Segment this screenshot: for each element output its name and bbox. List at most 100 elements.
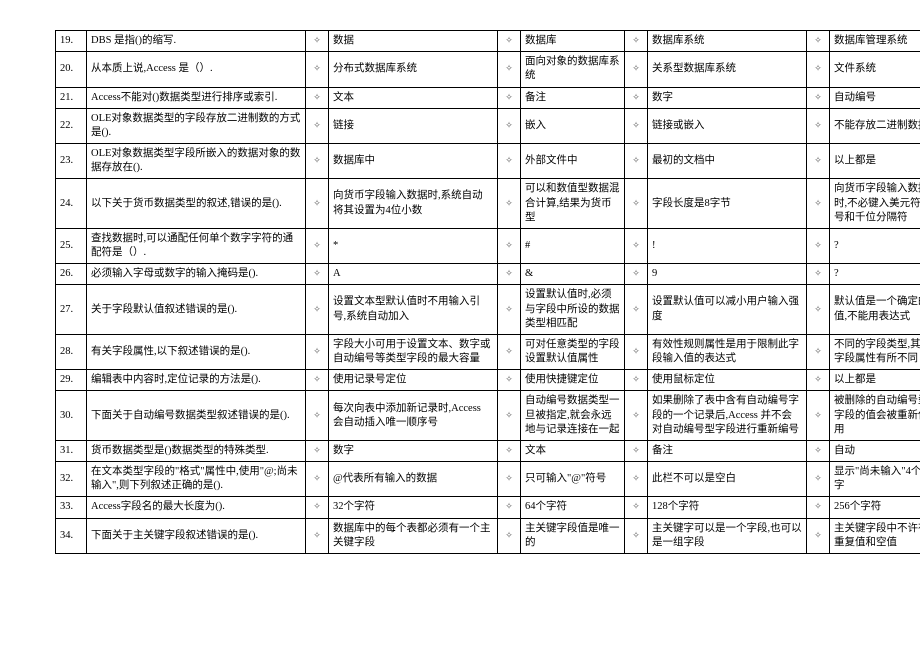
option-c: 备注 (648, 440, 807, 461)
diamond-marker: ✧ (306, 462, 329, 497)
option-d: 256个字符 (830, 497, 920, 518)
diamond-marker: ✧ (306, 228, 329, 263)
row-number: 22. (56, 108, 87, 143)
diamond-marker: ✧ (306, 391, 329, 441)
option-c: 链接或嵌入 (648, 108, 807, 143)
option-c: 数据库系统 (648, 31, 807, 52)
row-number: 21. (56, 87, 87, 108)
option-b: 64个字符 (521, 497, 625, 518)
table-row: 25.查找数据时,可以通配任何单个数字字符的通配符是（）.✧*✧#✧!✧?B (56, 228, 920, 263)
diamond-marker: ✧ (807, 518, 830, 553)
diamond-marker: ✧ (306, 285, 329, 335)
option-a: A (329, 264, 498, 285)
diamond-marker: ✧ (498, 440, 521, 461)
option-c: 主关键字可以是一个字段,也可以是一组字段 (648, 518, 807, 553)
diamond-marker: ✧ (498, 285, 521, 335)
option-b: 可对任意类型的字段设置默认值属性 (521, 334, 625, 369)
diamond-marker: ✧ (807, 285, 830, 335)
diamond-marker: ✧ (306, 87, 329, 108)
question-text: 下面关于主关键字段叙述错误的是(). (87, 518, 306, 553)
option-a: 向货币字段输入数据时,系统自动将其设置为4位小数 (329, 179, 498, 229)
question-text: 下面关于自动编号数据类型叙述错误的是(). (87, 391, 306, 441)
option-d: 默认值是一个确定的值,不能用表达式 (830, 285, 920, 335)
row-number: 34. (56, 518, 87, 553)
option-b: 数据库 (521, 31, 625, 52)
row-number: 30. (56, 391, 87, 441)
diamond-marker: ✧ (498, 391, 521, 441)
diamond-marker: ✧ (807, 391, 830, 441)
option-d: 被删除的自动编号型字段的值会被重新使用 (830, 391, 920, 441)
table-row: 29.编辑表中内容时,定位记录的方法是().✧使用记录号定位✧使用快捷键定位✧使… (56, 370, 920, 391)
diamond-marker: ✧ (625, 462, 648, 497)
diamond-marker: ✧ (807, 370, 830, 391)
option-a: 分布式数据库系统 (329, 52, 498, 87)
diamond-marker: ✧ (498, 497, 521, 518)
diamond-marker: ✧ (306, 31, 329, 52)
table-body: 19.DBS 是指()的缩写.✧数据✧数据库✧数据库系统✧数据库管理系统C20.… (56, 31, 920, 554)
row-number: 20. (56, 52, 87, 87)
question-text: 从本质上说,Access 是（）. (87, 52, 306, 87)
option-d: 自动 (830, 440, 920, 461)
option-d: 主关键字段中不许有重复值和空值 (830, 518, 920, 553)
diamond-marker: ✧ (625, 285, 648, 335)
diamond-marker: ✧ (807, 264, 830, 285)
row-number: 29. (56, 370, 87, 391)
row-number: 28. (56, 334, 87, 369)
question-table: 19.DBS 是指()的缩写.✧数据✧数据库✧数据库系统✧数据库管理系统C20.… (55, 30, 920, 554)
question-text: 货币数据类型是()数据类型的特殊类型. (87, 440, 306, 461)
option-c: 最初的文档中 (648, 144, 807, 179)
question-text: Access不能对()数据类型进行排序或索引. (87, 87, 306, 108)
diamond-marker: ✧ (625, 52, 648, 87)
option-c: 128个字符 (648, 497, 807, 518)
option-a: 文本 (329, 87, 498, 108)
diamond-marker: ✧ (498, 179, 521, 229)
diamond-marker: ✧ (807, 52, 830, 87)
option-b: & (521, 264, 625, 285)
option-c: 数字 (648, 87, 807, 108)
option-c: 9 (648, 264, 807, 285)
table-row: 27.关于字段默认值叙述错误的是().✧设置文本型默认值时不用输入引号,系统自动… (56, 285, 920, 335)
option-a: 数字 (329, 440, 498, 461)
diamond-marker: ✧ (498, 31, 521, 52)
table-row: 30.下面关于自动编号数据类型叙述错误的是().✧每次向表中添加新记录时,Acc… (56, 391, 920, 441)
diamond-marker: ✧ (306, 440, 329, 461)
diamond-marker: ✧ (807, 228, 830, 263)
diamond-marker: ✧ (306, 108, 329, 143)
option-a: 每次向表中添加新记录时,Access 会自动插入唯一顺序号 (329, 391, 498, 441)
diamond-marker: ✧ (807, 462, 830, 497)
diamond-marker: ✧ (306, 264, 329, 285)
diamond-marker: ✧ (306, 52, 329, 87)
option-a: 数据库中 (329, 144, 498, 179)
diamond-marker: ✧ (625, 228, 648, 263)
option-a: 使用记录号定位 (329, 370, 498, 391)
diamond-marker: ✧ (625, 31, 648, 52)
row-number: 26. (56, 264, 87, 285)
row-number: 32. (56, 462, 87, 497)
diamond-marker: ✧ (807, 179, 830, 229)
option-d: 不同的字段类型,其字段属性有所不同 (830, 334, 920, 369)
diamond-marker: ✧ (625, 497, 648, 518)
option-b: 主关键字段值是唯一的 (521, 518, 625, 553)
option-b: 文本 (521, 440, 625, 461)
diamond-marker: ✧ (625, 518, 648, 553)
option-d: 显示"尚未输入"4个字 (830, 462, 920, 497)
option-d: 以上都是 (830, 370, 920, 391)
row-number: 27. (56, 285, 87, 335)
question-text: 在文本类型字段的"格式"属性中,使用"@;尚未输入",则下列叙述正确的是(). (87, 462, 306, 497)
diamond-marker: ✧ (306, 497, 329, 518)
option-d: 文件系统 (830, 52, 920, 87)
diamond-marker: ✧ (498, 518, 521, 553)
diamond-marker: ✧ (807, 144, 830, 179)
option-d: ? (830, 228, 920, 263)
question-text: 有关字段属性,以下叙述错误的是(). (87, 334, 306, 369)
option-a: 字段大小可用于设置文本、数字或自动编号等类型字段的最大容量 (329, 334, 498, 369)
row-number: 24. (56, 179, 87, 229)
table-row: 31.货币数据类型是()数据类型的特殊类型.✧数字✧文本✧备注✧自动A (56, 440, 920, 461)
diamond-marker: ✧ (498, 144, 521, 179)
option-b: 可以和数值型数据混合计算,结果为货币型 (521, 179, 625, 229)
option-d: 不能存放二进制数据 (830, 108, 920, 143)
diamond-marker: ✧ (498, 87, 521, 108)
table-row: 20.从本质上说,Access 是（）.✧分布式数据库系统✧面向对象的数据库系统… (56, 52, 920, 87)
diamond-marker: ✧ (306, 518, 329, 553)
option-b: 使用快捷键定位 (521, 370, 625, 391)
